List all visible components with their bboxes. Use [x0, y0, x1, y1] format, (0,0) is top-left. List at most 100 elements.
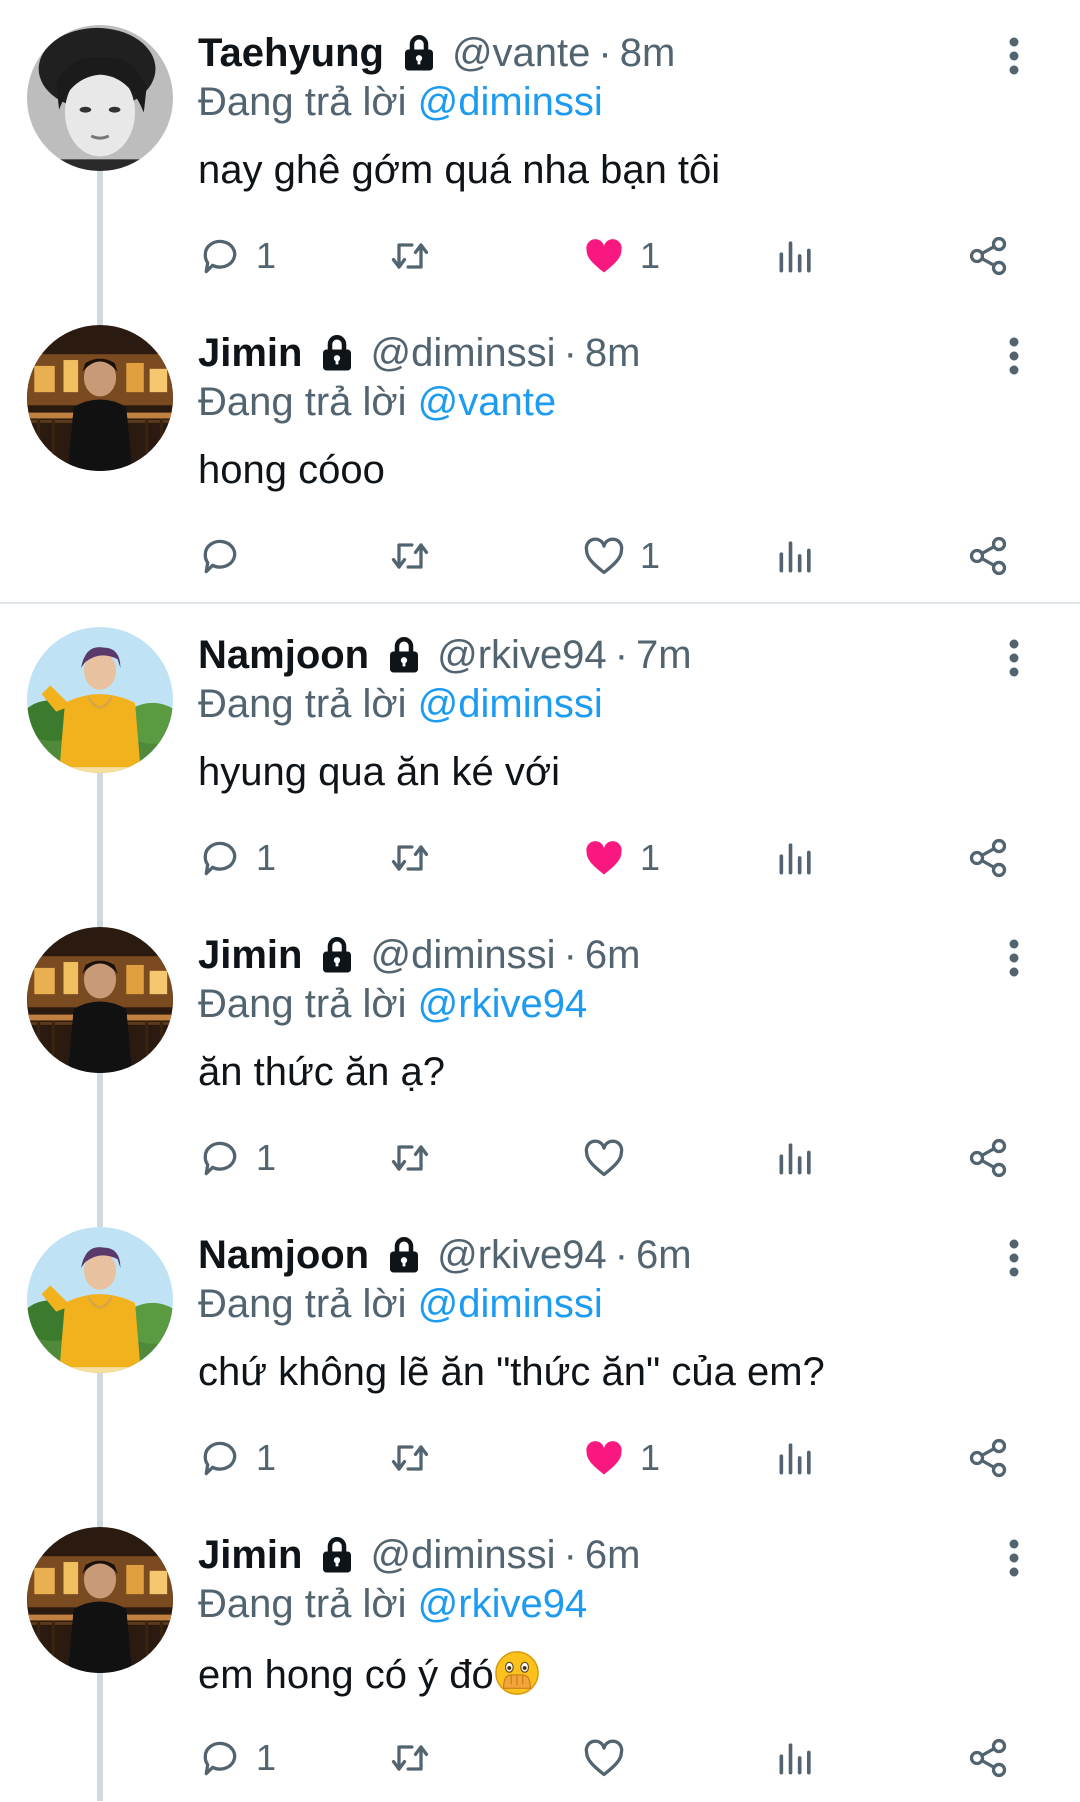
- action-bar: 1 1: [0, 1430, 1080, 1486]
- reply-icon: [198, 1736, 242, 1780]
- like-button[interactable]: 1: [582, 1430, 660, 1486]
- avatar[interactable]: [27, 325, 173, 471]
- timestamp[interactable]: 8m: [620, 31, 676, 76]
- mention-link[interactable]: @diminssi: [418, 1282, 603, 1326]
- timestamp[interactable]: 7m: [636, 633, 692, 678]
- display-name[interactable]: Jimin: [198, 331, 302, 376]
- timestamp[interactable]: 6m: [636, 1233, 692, 1278]
- display-name[interactable]: Taehyung: [198, 31, 384, 76]
- like-button[interactable]: [582, 1130, 640, 1186]
- share-button[interactable]: [966, 228, 1010, 284]
- mention-link[interactable]: @vante: [418, 380, 556, 424]
- username[interactable]: @diminssi: [370, 331, 555, 376]
- avatar[interactable]: [27, 627, 173, 773]
- views-button[interactable]: [774, 228, 818, 284]
- timestamp[interactable]: 8m: [585, 331, 641, 376]
- like-button[interactable]: [582, 1730, 640, 1786]
- heart-filled-icon: [582, 234, 626, 278]
- share-button[interactable]: [966, 830, 1010, 886]
- more-options-icon[interactable]: [1004, 336, 1024, 376]
- share-icon: [966, 234, 1010, 278]
- reply-icon: [198, 1136, 242, 1180]
- analytics-icon: [774, 1136, 818, 1180]
- display-name[interactable]: Namjoon: [198, 1233, 369, 1278]
- reply-button[interactable]: 1: [198, 1730, 276, 1786]
- share-icon: [966, 1436, 1010, 1480]
- avatar[interactable]: [27, 1227, 173, 1373]
- username[interactable]: @diminssi: [370, 1533, 555, 1578]
- like-button[interactable]: 1: [582, 830, 660, 886]
- tweet[interactable]: Namjoon @rkive94 · 6m Đang trả lời @dimi…: [0, 1202, 1080, 1502]
- timestamp[interactable]: 6m: [585, 933, 641, 978]
- views-button[interactable]: [774, 1130, 818, 1186]
- retweet-button[interactable]: [388, 528, 446, 584]
- more-options-icon[interactable]: [1004, 1238, 1024, 1278]
- avatar[interactable]: [27, 25, 173, 171]
- tweet-text: ăn thức ăn ạ?: [198, 1050, 445, 1095]
- tweet[interactable]: Jimin @diminssi · 6m Đang trả lời @rkive…: [0, 1502, 1080, 1802]
- retweet-icon: [388, 1136, 432, 1180]
- retweet-button[interactable]: [388, 830, 446, 886]
- share-button[interactable]: [966, 1430, 1010, 1486]
- tweet[interactable]: Taehyung @vante · 8m Đang trả lời @dimin…: [0, 0, 1080, 300]
- avatar[interactable]: [27, 1527, 173, 1673]
- timestamp[interactable]: 6m: [585, 1533, 641, 1578]
- share-button[interactable]: [966, 1730, 1010, 1786]
- reply-count: 1: [256, 1137, 277, 1178]
- tweet[interactable]: Jimin @diminssi · 8m Đang trả lời @vante…: [0, 300, 1080, 600]
- more-options-icon[interactable]: [1004, 36, 1024, 76]
- tweet-text-content: em hong có ý đó: [198, 1653, 494, 1697]
- share-button[interactable]: [966, 528, 1010, 584]
- reply-count: 1: [256, 1737, 277, 1778]
- like-count: 1: [640, 837, 661, 878]
- views-button[interactable]: [774, 1730, 818, 1786]
- username[interactable]: @diminssi: [370, 933, 555, 978]
- views-button[interactable]: [774, 830, 818, 886]
- avatar[interactable]: [27, 927, 173, 1073]
- reply-button[interactable]: 1: [198, 1430, 276, 1486]
- display-name[interactable]: Namjoon: [198, 633, 369, 678]
- heart-filled-icon: [582, 836, 626, 880]
- username[interactable]: @rkive94: [437, 1233, 607, 1278]
- like-count: 1: [640, 235, 661, 276]
- views-button[interactable]: [774, 528, 818, 584]
- thread-line: [97, 1202, 103, 1227]
- retweet-button[interactable]: [388, 1130, 446, 1186]
- lock-icon: [316, 1534, 358, 1576]
- display-name[interactable]: Jimin: [198, 1533, 302, 1578]
- mention-link[interactable]: @diminssi: [418, 682, 603, 726]
- share-button[interactable]: [966, 1130, 1010, 1186]
- tweet-text-content: chứ không lẽ ăn "thức ăn" của em?: [198, 1350, 825, 1394]
- mention-link[interactable]: @rkive94: [418, 1582, 588, 1626]
- mention-link[interactable]: @diminssi: [418, 80, 603, 124]
- tweet-header: Jimin @diminssi · 6m: [198, 930, 640, 980]
- replying-to-label: Đang trả lời: [198, 1582, 407, 1626]
- reply-button[interactable]: 1: [198, 830, 276, 886]
- retweet-button[interactable]: [388, 1730, 446, 1786]
- more-options-icon[interactable]: [1004, 1538, 1024, 1578]
- tweet-text-content: ăn thức ăn ạ?: [198, 1050, 445, 1094]
- retweet-button[interactable]: [388, 1430, 446, 1486]
- more-options-icon[interactable]: [1004, 938, 1024, 978]
- views-button[interactable]: [774, 1430, 818, 1486]
- separator-dot: ·: [563, 1532, 577, 1577]
- like-button[interactable]: 1: [582, 528, 660, 584]
- tweet-text: chứ không lẽ ăn "thức ăn" của em?: [198, 1350, 825, 1395]
- retweet-button[interactable]: [388, 228, 446, 284]
- like-button[interactable]: 1: [582, 228, 660, 284]
- username[interactable]: @rkive94: [437, 633, 607, 678]
- reply-button[interactable]: [198, 528, 256, 584]
- display-name[interactable]: Jimin: [198, 933, 302, 978]
- more-options-icon[interactable]: [1004, 638, 1024, 678]
- tweet[interactable]: Jimin @diminssi · 6m Đang trả lời @rkive…: [0, 902, 1080, 1202]
- tweet[interactable]: Namjoon @rkive94 · 7m Đang trả lời @dimi…: [0, 602, 1080, 902]
- replying-to: Đang trả lời @diminssi: [198, 682, 603, 727]
- mention-link[interactable]: @rkive94: [418, 982, 588, 1026]
- tweet-header: Jimin @diminssi · 8m: [198, 328, 640, 378]
- tweet-text: nay ghê gớm quá nha bạn tôi: [198, 148, 720, 193]
- retweet-icon: [388, 534, 432, 578]
- separator-dot: ·: [563, 330, 577, 375]
- username[interactable]: @vante: [452, 31, 590, 76]
- reply-button[interactable]: 1: [198, 1130, 276, 1186]
- reply-button[interactable]: 1: [198, 228, 276, 284]
